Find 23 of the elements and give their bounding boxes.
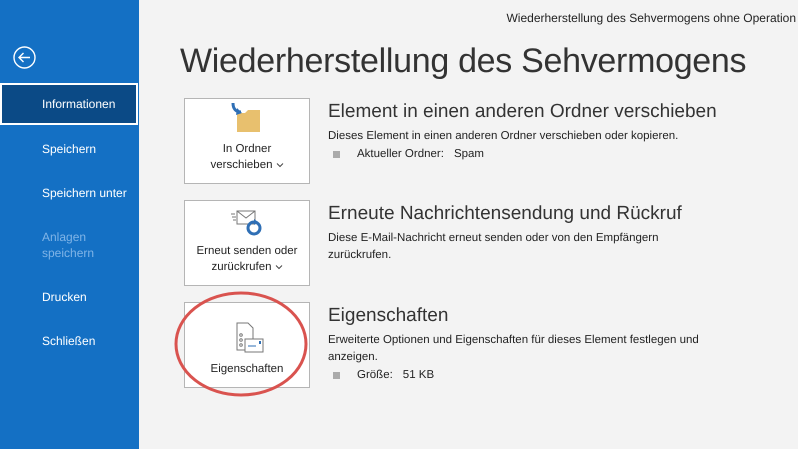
property-label: Aktueller Ordner: xyxy=(357,148,444,160)
window-title: Wiederherstellung des Sehvermogens ohne Operation xyxy=(506,11,796,25)
property-value: 51 KB xyxy=(402,369,434,381)
property-value: Spam xyxy=(454,148,484,160)
action-button[interactable]: In Ordner verschieben xyxy=(184,98,310,184)
sidebar-item[interactable]: Drucken xyxy=(0,277,139,317)
action-button[interactable]: Eigenschaften xyxy=(184,302,310,388)
sidebar-item[interactable]: Speichern unter xyxy=(0,173,139,213)
section-description: Diese E-Mail-Nachricht erneut senden oder von den Empfängern zurückrufen. xyxy=(328,231,660,263)
section-title: Erneute Nachrichtensendung und Rückruf xyxy=(328,202,683,226)
section-title: Eigenschaften xyxy=(328,304,450,328)
sidebar-item[interactable]: Informationen xyxy=(0,83,138,125)
action-button[interactable]: Erneut senden oder zurückrufen xyxy=(184,200,310,286)
bullet-icon xyxy=(333,150,340,158)
sidebar-item[interactable]: Speichern xyxy=(0,129,139,169)
section-title: Element in einen anderen Ordner verschieben xyxy=(328,100,717,124)
section-description: Erweiterte Optionen und Eigenschaften für dieses Element festlegen und anzeigen. xyxy=(328,333,700,365)
back-icon[interactable] xyxy=(13,46,36,69)
property-label: Größe: xyxy=(357,369,393,381)
section-description: Dieses Element in einen anderen Ordner verschieben oder kopieren. xyxy=(328,129,680,144)
page-heading: Wiederherstellung des Sehvermogens xyxy=(180,41,748,82)
sidebar-item[interactable]: Schließen xyxy=(0,321,139,361)
bullet-icon xyxy=(333,372,340,378)
